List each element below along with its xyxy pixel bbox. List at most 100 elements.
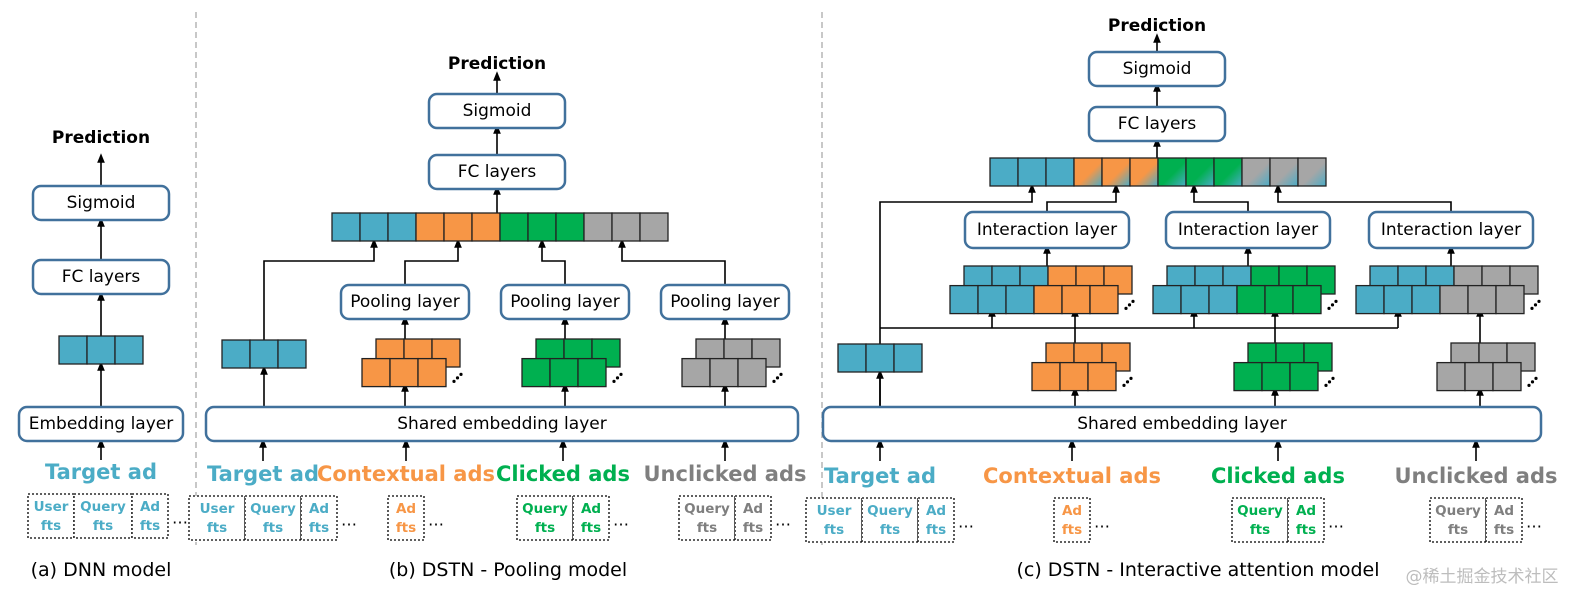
b-stack-clicked-front-cell xyxy=(577,357,607,388)
watermark-text: @稀土掘金技术社区 xyxy=(1406,567,1559,587)
b-concat-contextual-cell xyxy=(415,212,445,242)
b-concat-target-cell xyxy=(387,212,417,242)
ellipsis-dots-icon xyxy=(1537,299,1541,303)
b-caption: (b) DSTN - Pooling model xyxy=(389,559,627,581)
ellipsis-dots-icon xyxy=(1527,383,1531,387)
c-feature-suffix: fts xyxy=(1494,522,1514,538)
b-concat-target-cell xyxy=(359,212,389,242)
c-feature-suffix: fts xyxy=(1296,522,1316,538)
connection-lines xyxy=(97,33,1484,461)
b-stack-unclicked-front-cell xyxy=(709,357,739,388)
a-feature-suffix: fts xyxy=(93,518,113,534)
ellipsis-dots-icon xyxy=(459,372,463,376)
b-pooling-box-label: Pooling layer xyxy=(510,292,620,312)
a-feature-name: Ad xyxy=(140,499,160,515)
ellipsis-dots-icon xyxy=(775,376,780,380)
b-concat-unclicked-cell xyxy=(639,212,669,242)
a-prediction-label: Prediction xyxy=(52,128,150,148)
b-feature-name: Query xyxy=(522,501,568,517)
c-pair-stack-contextual-front-cell xyxy=(1061,284,1091,315)
ellipsis-dots-icon xyxy=(1327,306,1331,310)
c-pair-stack-contextual-front-cell xyxy=(949,284,979,315)
c-feature-suffix: fts xyxy=(1250,522,1270,538)
c-concat-unclicked-cell xyxy=(1297,157,1327,187)
b-source-label: Clicked ads xyxy=(496,462,630,486)
c-stack-clicked-front-cell xyxy=(1289,361,1319,392)
c-pair-stack-unclicked-front-cell xyxy=(1495,284,1525,315)
c-feature-name: Query xyxy=(867,503,913,519)
c-more-features: … xyxy=(1094,513,1110,532)
ellipsis-dots-icon xyxy=(1327,380,1332,384)
c-target-vector-cell xyxy=(865,343,895,373)
b-concat-contextual-cell xyxy=(471,212,501,242)
c-concat-unclicked-cell xyxy=(1241,157,1271,187)
ellipsis-dots-icon xyxy=(772,379,776,383)
ellipsis-dots-icon xyxy=(1124,306,1128,310)
b-feature-name: Ad xyxy=(309,501,329,517)
b-feature-suffix: fts xyxy=(263,520,283,536)
c-interaction-box-label: Interaction layer xyxy=(1178,220,1318,240)
c-pair-stack-clicked-front-cell xyxy=(1236,284,1266,315)
ellipsis-dots-icon xyxy=(1530,306,1534,310)
b-feature-name: Query xyxy=(250,501,296,517)
a-embedding-vector-cell xyxy=(86,335,116,365)
b-stack-unclicked-front-cell xyxy=(737,357,767,388)
b-prediction-label: Prediction xyxy=(448,54,546,74)
ellipsis-dots-icon xyxy=(455,376,460,380)
ellipsis-dots-icon xyxy=(779,372,783,376)
ellipsis-dots-icon xyxy=(1534,376,1538,380)
c-feature-suffix: fts xyxy=(880,522,900,538)
c-stack-unclicked-front-cell xyxy=(1436,361,1466,392)
b-feature-suffix: fts xyxy=(581,520,601,536)
b-concat-clicked-cell xyxy=(527,212,557,242)
b-connector-contextual xyxy=(404,238,462,285)
b-more-features: … xyxy=(428,511,444,530)
c-pair-stack-unclicked-front-cell xyxy=(1383,284,1413,315)
c-concat-target-cell xyxy=(1045,157,1075,187)
b-concat-contextual-cell xyxy=(443,212,473,242)
c-connector-clicked xyxy=(1190,183,1249,212)
c-feature-suffix: fts xyxy=(1062,522,1082,538)
b-concat-clicked-cell xyxy=(499,212,529,242)
c-pair-stack-clicked-front-cell xyxy=(1152,284,1182,315)
c-pair-stack-unclicked-front-cell xyxy=(1467,284,1497,315)
c-sigmoid-box-label: Sigmoid xyxy=(1123,59,1192,79)
c-caption: (c) DSTN - Interactive attention model xyxy=(1016,559,1379,581)
c-stack-unclicked-front-cell xyxy=(1492,361,1522,392)
c-source-label: Clicked ads xyxy=(1211,464,1345,488)
ellipsis-dots-icon xyxy=(1331,376,1335,380)
ellipsis-dots-icon xyxy=(1330,303,1335,307)
b-target-vector-cell xyxy=(249,339,279,369)
ellipsis-dots-icon xyxy=(1129,376,1133,380)
ellipsis-dots-icon xyxy=(612,379,616,383)
c-pair-stack-clicked-front-cell xyxy=(1264,284,1294,315)
a-embedding-vector-cell xyxy=(58,335,88,365)
b-source-label: Target ad xyxy=(207,462,319,486)
c-pair-stack-contextual-front-cell xyxy=(977,284,1007,315)
b-feature-suffix: fts xyxy=(309,520,329,536)
ellipsis-dots-icon xyxy=(1125,380,1130,384)
b-stack-unclicked-front-cell xyxy=(681,357,711,388)
b-source-label: Contextual ads xyxy=(317,462,495,486)
b-sigmoid-box-label: Sigmoid xyxy=(463,101,532,121)
c-feature-name: User xyxy=(817,503,852,519)
a-feature-suffix: fts xyxy=(140,518,160,534)
c-feature-name: Query xyxy=(1237,503,1283,519)
c-stack-clicked-front-cell xyxy=(1261,361,1291,392)
dstn-architecture-diagram: Prediction Sigmoid FC layers Embedding laye… xyxy=(17,12,1559,587)
c-pair-stack-contextual-front-cell xyxy=(1005,284,1035,315)
c-more-features: … xyxy=(1328,513,1344,532)
b-more-features: … xyxy=(613,511,629,530)
a-source-label: Target ad xyxy=(45,460,157,484)
c-more-features: … xyxy=(1526,513,1542,532)
ellipsis-dots-icon xyxy=(1131,299,1135,303)
c-stack-unclicked-front-cell xyxy=(1464,361,1494,392)
a-feature-suffix: fts xyxy=(41,518,61,534)
b-shared-embedding-box-label: Shared embedding layer xyxy=(397,414,606,434)
c-interaction-box-label: Interaction layer xyxy=(977,220,1117,240)
b-feature-suffix: fts xyxy=(697,520,717,536)
c-concat-contextual-cell xyxy=(1129,157,1159,187)
a-feature-name: Query xyxy=(80,499,126,515)
b-feature-name: Ad xyxy=(581,501,601,517)
c-pair-stack-clicked-front-cell xyxy=(1292,284,1322,315)
